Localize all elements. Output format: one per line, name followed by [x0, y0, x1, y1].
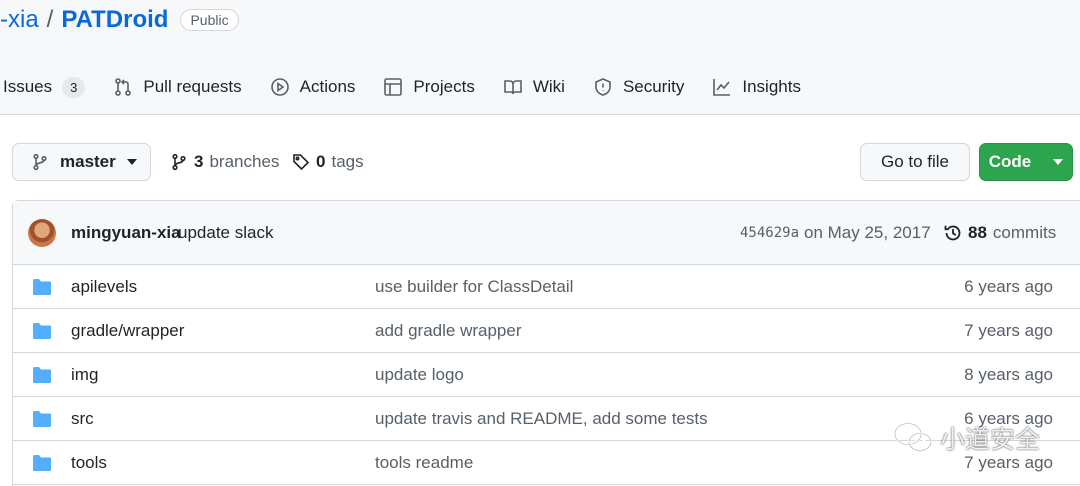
watermark-text: 小道安全: [940, 426, 1041, 454]
commit-sha-link[interactable]: 454629a: [740, 225, 799, 241]
tab-security[interactable]: Security: [593, 77, 684, 97]
file-age: 6 years ago: [964, 277, 1053, 296]
latest-commit-bar: mingyuan-xia update slack 454629a on May…: [13, 201, 1080, 265]
commits-history-link[interactable]: 88 commits: [943, 223, 1056, 243]
repo-nav-tabs: Issues 3 Pull requests Actions Projects …: [0, 68, 829, 106]
code-button[interactable]: Code: [979, 143, 1073, 181]
tab-actions-label: Actions: [299, 77, 356, 96]
tab-actions[interactable]: Actions: [270, 77, 356, 97]
shield-icon: [595, 78, 611, 96]
tab-pull-requests[interactable]: Pull requests: [113, 77, 242, 97]
tab-security-label: Security: [622, 77, 685, 96]
tab-wiki-label: Wiki: [532, 77, 565, 96]
issues-counter: 3: [62, 76, 86, 98]
tab-wiki[interactable]: Wiki: [503, 77, 565, 97]
tags-link[interactable]: 0 tags: [292, 152, 364, 172]
table-row[interactable]: img update logo 8 years ago: [13, 353, 1080, 397]
tab-projects-label: Projects: [413, 77, 475, 96]
branch-select-button[interactable]: master: [12, 143, 151, 181]
file-age: 8 years ago: [964, 365, 1053, 384]
avatar[interactable]: [28, 219, 56, 247]
go-to-file-button[interactable]: Go to file: [860, 143, 970, 181]
code-button-label: Code: [988, 152, 1032, 171]
file-name-link[interactable]: tools: [71, 453, 107, 473]
commit-author-link[interactable]: mingyuan-xia: [71, 223, 181, 243]
file-name-link[interactable]: src: [71, 409, 94, 429]
tab-insights[interactable]: Insights: [712, 77, 801, 97]
folder-icon: [33, 279, 51, 295]
table-icon: [384, 78, 403, 96]
tab-issues[interactable]: Issues 3: [3, 76, 86, 98]
tab-issues-label: Issues: [3, 77, 53, 96]
branch-name: master: [60, 152, 116, 171]
repo-separator: /: [46, 6, 54, 33]
commit-count: 88: [968, 223, 987, 242]
commit-date: on May 25, 2017: [804, 223, 931, 242]
tags-label: tags: [331, 152, 364, 171]
play-icon: [270, 78, 289, 96]
tab-pull-requests-label: Pull requests: [143, 77, 242, 96]
history-icon: [944, 225, 961, 241]
branches-label: branches: [209, 152, 280, 171]
file-commit-message-link[interactable]: tools readme: [375, 453, 473, 473]
visibility-badge: Public: [180, 9, 239, 31]
commit-message-link[interactable]: update slack: [178, 223, 273, 243]
file-commit-message-link[interactable]: use builder for ClassDetail: [375, 277, 573, 297]
file-age: 7 years ago: [964, 453, 1053, 472]
graph-icon: [713, 79, 731, 96]
branches-link[interactable]: 3 branches: [170, 152, 279, 172]
watermark: 小道安全: [892, 420, 1040, 456]
commits-label: commits: [992, 223, 1057, 242]
git-branch-icon: [172, 153, 186, 171]
branch-count: 3: [194, 152, 204, 171]
file-name-link[interactable]: img: [71, 365, 98, 385]
repo-header: -xia / PATDroid Public Issues 3 Pull req…: [0, 0, 1080, 115]
folder-icon: [33, 323, 51, 339]
file-name-link[interactable]: gradle/wrapper: [71, 321, 184, 341]
table-row[interactable]: apilevels use builder for ClassDetail 6 …: [13, 265, 1080, 309]
folder-icon: [33, 455, 51, 471]
folder-icon: [33, 411, 51, 427]
chevron-down-icon: [126, 159, 137, 165]
file-name-link[interactable]: apilevels: [71, 277, 137, 297]
tag-icon: [293, 154, 310, 171]
file-commit-message-link[interactable]: update travis and README, add some tests: [375, 409, 708, 429]
file-navigation: master 3 branches 0 tags Go to file Code: [0, 140, 1080, 184]
tab-projects[interactable]: Projects: [383, 77, 475, 97]
pull-request-icon: [115, 78, 132, 96]
table-row[interactable]: gradle/wrapper add gradle wrapper 7 year…: [13, 309, 1080, 353]
repo-name-link[interactable]: PATDroid: [61, 6, 168, 34]
file-commit-message-link[interactable]: add gradle wrapper: [375, 321, 521, 341]
book-icon: [504, 80, 522, 95]
repo-owner-link[interactable]: -xia: [0, 6, 39, 34]
folder-icon: [33, 367, 51, 383]
chevron-down-icon: [1053, 159, 1064, 165]
tag-count: 0: [316, 152, 326, 171]
file-age: 7 years ago: [964, 321, 1053, 340]
repo-title: -xia / PATDroid Public: [0, 4, 239, 36]
wechat-icon: [893, 422, 933, 452]
git-branch-icon: [33, 153, 47, 171]
tab-insights-label: Insights: [742, 77, 801, 96]
file-commit-message-link[interactable]: update logo: [375, 365, 464, 385]
